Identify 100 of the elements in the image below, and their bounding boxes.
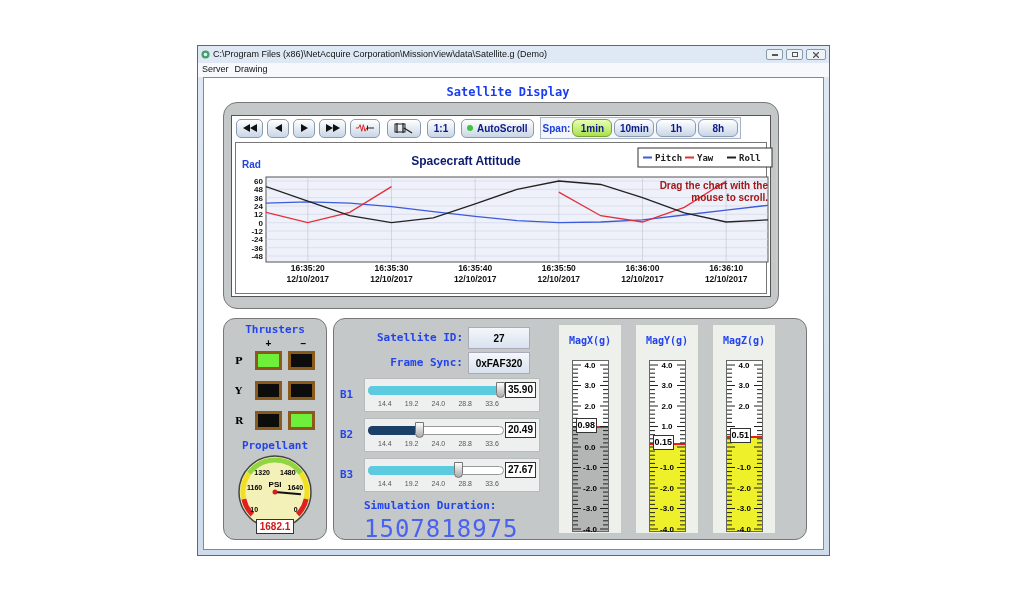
fast-forward-icon	[325, 124, 340, 132]
span-label: Span:	[542, 121, 571, 136]
rewind-button[interactable]	[236, 118, 263, 138]
scale-label: -2.0	[736, 483, 752, 493]
scale-label: 4.0	[583, 360, 597, 370]
waveform-icon	[356, 123, 374, 133]
panel-title: Thrusters	[245, 322, 305, 338]
window-title: C:\Program Files (x86)\NetAcquire Corporation\MissionView\data\Satellite.g (Demo)	[213, 47, 548, 61]
y-tick-label: -24	[251, 235, 263, 245]
gauge-readout: 1682.1	[255, 519, 295, 534]
x-tick-label: 16:36:00 12/10/2017	[621, 263, 664, 284]
scale-label: 4.0	[737, 360, 751, 370]
scale-label: 2.0	[660, 401, 674, 411]
rewind-icon	[242, 124, 257, 132]
slider-value: 35.90	[504, 382, 536, 398]
unit-label: PSI	[268, 480, 282, 489]
meter-readout: 0.51	[729, 427, 752, 443]
left-triangle-icon	[274, 124, 282, 132]
scale-label: 3.0	[583, 381, 597, 390]
y-tick-label: 36	[254, 193, 263, 203]
field-value: 0xFAF320	[468, 352, 530, 374]
y-axis-label: Rad	[242, 159, 261, 170]
legend-label: Yaw	[697, 153, 714, 163]
plus-label: +	[264, 338, 273, 348]
scale-label: -3.0	[736, 504, 752, 513]
slider[interactable]	[368, 422, 504, 438]
panel-title: Propellant	[241, 437, 309, 454]
y-tick-label: -48	[251, 252, 263, 261]
scale-label: -3.0	[582, 504, 598, 513]
y-tick-label: 0	[258, 218, 263, 228]
x-tick-label: 16:35:20 12/10/2017	[286, 263, 330, 284]
slider[interactable]	[368, 382, 504, 398]
minimize-button[interactable]	[766, 49, 783, 60]
duration-label: Simulation Duration:	[364, 498, 498, 514]
slider-thumb[interactable]	[414, 422, 424, 438]
scale-label: 3.0	[660, 381, 674, 390]
field-label: Satellite ID:	[376, 329, 463, 346]
scale-label: -1.0	[659, 463, 675, 472]
close-icon	[813, 51, 819, 58]
scale-label: 2.0	[737, 401, 751, 411]
slider-value: 20.49	[504, 422, 536, 438]
y-tick-label: 12	[254, 210, 263, 220]
play-button[interactable]	[293, 118, 315, 138]
field-value: 27	[468, 327, 530, 349]
axis-label: P	[235, 353, 244, 368]
scale-label: -2.0	[582, 483, 598, 493]
minus-label: −	[299, 338, 308, 348]
scale-label: 3.0	[737, 381, 751, 390]
menu-item[interactable]: Drawing	[234, 63, 268, 77]
scale-label: -3.0	[659, 504, 675, 513]
y-tick-label: 60	[254, 177, 263, 186]
maximize-button[interactable]	[786, 49, 803, 60]
scale-label: -2.0	[659, 483, 675, 493]
slider-label: B3	[340, 466, 355, 483]
x-tick-label: 16:35:40 12/10/2017	[453, 263, 497, 284]
span-button[interactable]: 1min	[572, 119, 613, 137]
chart-title: Spacecraft Attitude	[411, 154, 521, 168]
span-button[interactable]: 10min	[614, 119, 655, 137]
zoom-box-button[interactable]	[387, 118, 421, 138]
slider-label: B2	[340, 426, 355, 443]
autoscroll-button[interactable]: AutoScroll	[461, 118, 534, 138]
x-tick-label: 16:35:30 12/10/2017	[370, 263, 413, 284]
scale-label: 1.0	[660, 422, 674, 431]
slider-label: B1	[340, 386, 355, 403]
meter-title: MagX(g)	[568, 334, 612, 348]
menu-item[interactable]: Server	[202, 63, 229, 77]
meter-readout: 0.15	[652, 434, 675, 450]
scale-label: -1.0	[736, 463, 752, 472]
close-button[interactable]	[806, 49, 826, 60]
digital-readout: 1507818975	[364, 514, 520, 543]
axis-label: R	[235, 413, 245, 428]
field-label: Frame Sync:	[390, 354, 463, 371]
fast-forward-button[interactable]	[319, 118, 346, 138]
slider[interactable]	[368, 462, 504, 478]
ratio-button[interactable]: 1:1	[427, 118, 455, 138]
y-tick-label: 24	[254, 202, 263, 211]
scale-label: 2.0	[583, 401, 597, 411]
step-back-button[interactable]	[267, 118, 289, 138]
scrollbar[interactable]	[776, 143, 777, 293]
scale-label: -1.0	[582, 463, 598, 472]
scale-label: 0.0	[583, 442, 597, 452]
legend-label: Roll	[739, 153, 761, 163]
meter-title: MagY(g)	[645, 334, 689, 348]
play-icon	[300, 124, 308, 132]
axis-label: Y	[235, 383, 244, 398]
span-button[interactable]: 1h	[656, 119, 697, 137]
meter-title: MagZ(g)	[722, 334, 766, 348]
slider-value: 27.67	[504, 462, 536, 478]
scale-label: -4.0	[582, 524, 598, 534]
x-tick-label: 16:36:10 12/10/2017	[704, 263, 748, 284]
app-icon	[201, 50, 210, 59]
waveform-button[interactable]	[350, 118, 380, 138]
y-tick-label: -12	[251, 227, 263, 236]
y-tick-label: 48	[254, 185, 263, 195]
meter-readout: 0.98	[575, 417, 598, 433]
y-tick-label: -36	[251, 243, 263, 253]
scale-label: 4.0	[660, 360, 674, 370]
slider-thumb[interactable]	[454, 462, 464, 478]
span-button[interactable]: 8h	[698, 119, 739, 137]
x-tick-label: 16:35:50 12/10/2017	[537, 263, 581, 284]
